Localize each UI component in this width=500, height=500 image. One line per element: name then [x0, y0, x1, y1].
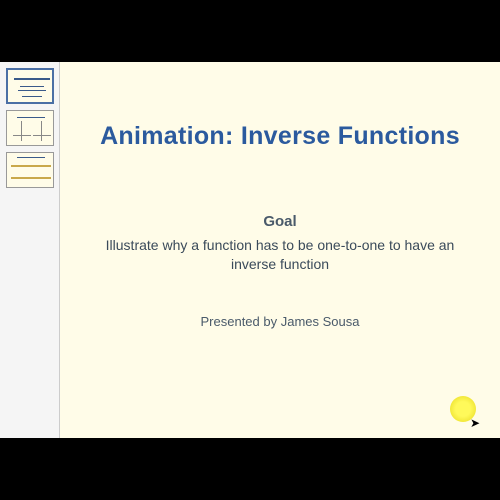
- cursor-highlight-icon: [450, 396, 476, 422]
- presentation-viewer: Animation: Inverse Functions Goal Illust…: [0, 62, 500, 438]
- slide-main-area: Animation: Inverse Functions Goal Illust…: [60, 62, 500, 438]
- slide-thumbnail-3[interactable]: [6, 152, 54, 188]
- goal-heading: Goal: [263, 213, 296, 230]
- presenter-line: Presented by James Sousa: [201, 314, 360, 329]
- slide-thumbnail-1[interactable]: [6, 68, 54, 104]
- slide-thumbnail-panel: [0, 62, 60, 438]
- slide-title: Animation: Inverse Functions: [100, 122, 460, 151]
- slide-thumbnail-2[interactable]: [6, 110, 54, 146]
- goal-text: Illustrate why a function has to be one-…: [100, 236, 460, 274]
